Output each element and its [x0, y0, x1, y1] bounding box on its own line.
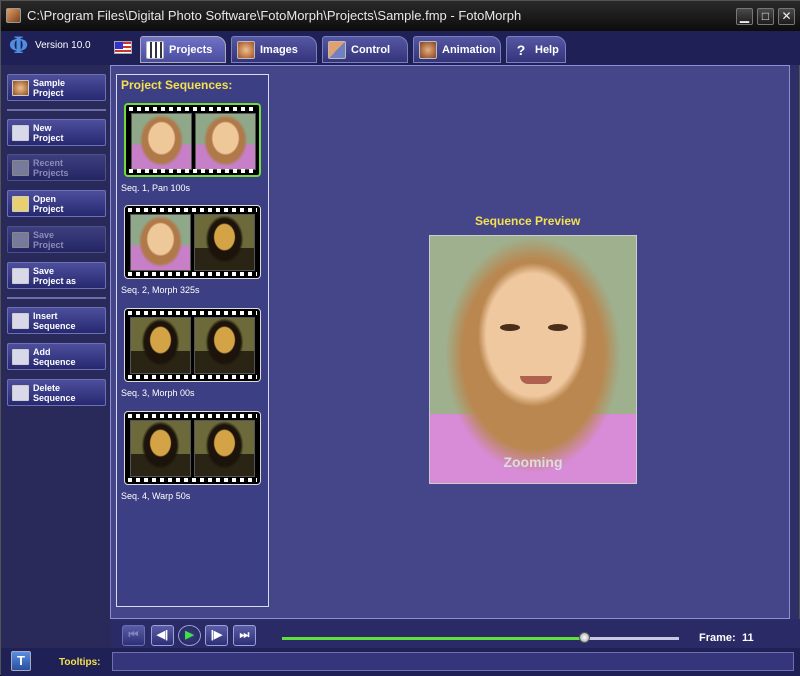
timeline-progress	[282, 637, 584, 640]
sequence-thumbnail-3[interactable]	[124, 308, 261, 382]
sequence-frame-image	[130, 420, 191, 477]
film-holes	[129, 107, 256, 111]
grid-icon	[146, 40, 164, 59]
sidebar-item-label: Add Sequence	[33, 347, 76, 367]
frame-label: Frame:	[699, 632, 736, 644]
previous-frame-button[interactable]: ◀|	[151, 625, 174, 646]
language-flag-icon[interactable]	[114, 41, 132, 54]
recent-projects-icon	[12, 160, 29, 176]
sequence-frame-image	[194, 420, 255, 477]
tab-label: Control	[351, 43, 391, 56]
sequence-label: Seq. 2, Morph 325s	[121, 285, 200, 295]
sample-project-button[interactable]: Sample Project	[7, 74, 106, 101]
save-project-button[interactable]: Save Project	[7, 226, 106, 253]
sequence-label: Seq. 1, Pan 100s	[121, 183, 191, 193]
sidebar-divider	[7, 297, 106, 299]
tab-control[interactable]: Control	[322, 36, 408, 63]
film-holes	[129, 169, 256, 173]
help-icon: ?	[516, 41, 526, 58]
first-frame-button[interactable]: ⏮	[122, 625, 145, 646]
window-title: C:\Program Files\Digital Photo Software\…	[27, 8, 522, 23]
tab-label: Animation	[442, 43, 496, 56]
tab-images[interactable]: Images	[231, 36, 317, 63]
new-project-button[interactable]: New Project	[7, 119, 106, 146]
save-as-icon	[12, 268, 29, 284]
film-holes	[128, 414, 257, 418]
tab-projects[interactable]: Projects	[140, 36, 226, 63]
sequence-preview-image: Zooming	[429, 235, 637, 484]
preview-eye	[500, 324, 520, 331]
play-button[interactable]: ▶	[178, 625, 201, 646]
sidebar-item-label: Save Project	[33, 230, 64, 250]
sample-project-icon	[12, 80, 29, 96]
delete-sequence-button[interactable]: Delete Sequence	[7, 379, 106, 406]
sidebar-item-label: Insert Sequence	[33, 311, 76, 331]
save-project-as-button[interactable]: Save Project as	[7, 262, 106, 289]
preview-title: Sequence Preview	[475, 214, 581, 228]
insert-sequence-button[interactable]: Insert Sequence	[7, 307, 106, 334]
film-holes	[128, 478, 257, 482]
new-project-icon	[12, 125, 29, 141]
film-holes	[128, 272, 257, 276]
title-bar: C:\Program Files\Digital Photo Software\…	[1, 1, 800, 31]
sequence-thumbnail-4[interactable]	[124, 411, 261, 485]
tooltips-label: Tooltips:	[59, 657, 101, 668]
add-sequence-icon	[12, 349, 29, 365]
sequence-frame-image	[195, 113, 256, 170]
sidebar-item-label: New Project	[33, 123, 64, 143]
film-holes	[128, 208, 257, 212]
app-icon	[6, 8, 21, 23]
sidebar: Sample Project New Project Recent Projec…	[1, 65, 111, 648]
film-holes	[128, 311, 257, 315]
sequence-frame-image	[194, 317, 255, 374]
sidebar-item-label: Sample Project	[33, 78, 66, 98]
sidebar-item-label: Delete Sequence	[33, 383, 76, 403]
delete-sequence-icon	[12, 385, 29, 401]
close-button[interactable]: ✕	[778, 8, 795, 25]
tab-label: Images	[260, 43, 298, 56]
sequence-label: Seq. 3, Morph 00s	[121, 388, 195, 398]
portrait-icon	[237, 40, 255, 59]
sequence-label: Seq. 4, Warp 50s	[121, 491, 191, 501]
open-project-button[interactable]: Open Project	[7, 190, 106, 217]
tab-label: Help	[535, 43, 559, 56]
sequence-frame-image	[194, 214, 255, 271]
sequence-list-title: Project Sequences:	[121, 78, 233, 92]
app-window: C:\Program Files\Digital Photo Software\…	[0, 0, 800, 676]
version-label: Version 10.0	[35, 40, 91, 51]
app-logo-icon: Φ	[9, 33, 29, 59]
control-icon	[328, 40, 346, 59]
preview-caption: Zooming	[503, 454, 563, 470]
animation-icon	[419, 40, 437, 59]
sequence-thumbnail-1[interactable]	[124, 103, 261, 177]
preview-mouth	[520, 376, 552, 384]
last-frame-button[interactable]: ⏭	[233, 625, 256, 646]
sidebar-item-label: Recent Projects	[33, 158, 69, 178]
tab-animation[interactable]: Animation	[413, 36, 501, 63]
next-frame-button[interactable]: |▶	[205, 625, 228, 646]
sequence-thumbnail-2[interactable]	[124, 205, 261, 279]
timeline-slider[interactable]	[282, 632, 679, 643]
tooltips-toggle-button[interactable]: T	[11, 651, 31, 671]
minimize-button[interactable]: ▁	[736, 8, 753, 25]
sequence-frame-image	[131, 113, 192, 170]
tab-help[interactable]: ? Help	[506, 36, 566, 63]
sequence-frame-image	[130, 317, 191, 374]
insert-sequence-icon	[12, 313, 29, 329]
open-folder-icon	[12, 196, 29, 212]
maximize-button[interactable]: □	[757, 8, 774, 25]
frame-value: 11	[742, 632, 754, 644]
save-icon	[12, 232, 29, 248]
add-sequence-button[interactable]: Add Sequence	[7, 343, 106, 370]
sidebar-item-label: Save Project as	[33, 266, 77, 286]
sidebar-item-label: Open Project	[33, 194, 64, 214]
film-holes	[128, 375, 257, 379]
tooltips-text-box	[112, 652, 794, 671]
tab-label: Projects	[169, 43, 213, 56]
sequence-frame-image	[130, 214, 191, 271]
preview-eye	[548, 324, 568, 331]
timeline-slider-thumb[interactable]	[578, 632, 590, 643]
recent-projects-button[interactable]: Recent Projects	[7, 154, 106, 181]
sidebar-divider	[7, 109, 106, 111]
